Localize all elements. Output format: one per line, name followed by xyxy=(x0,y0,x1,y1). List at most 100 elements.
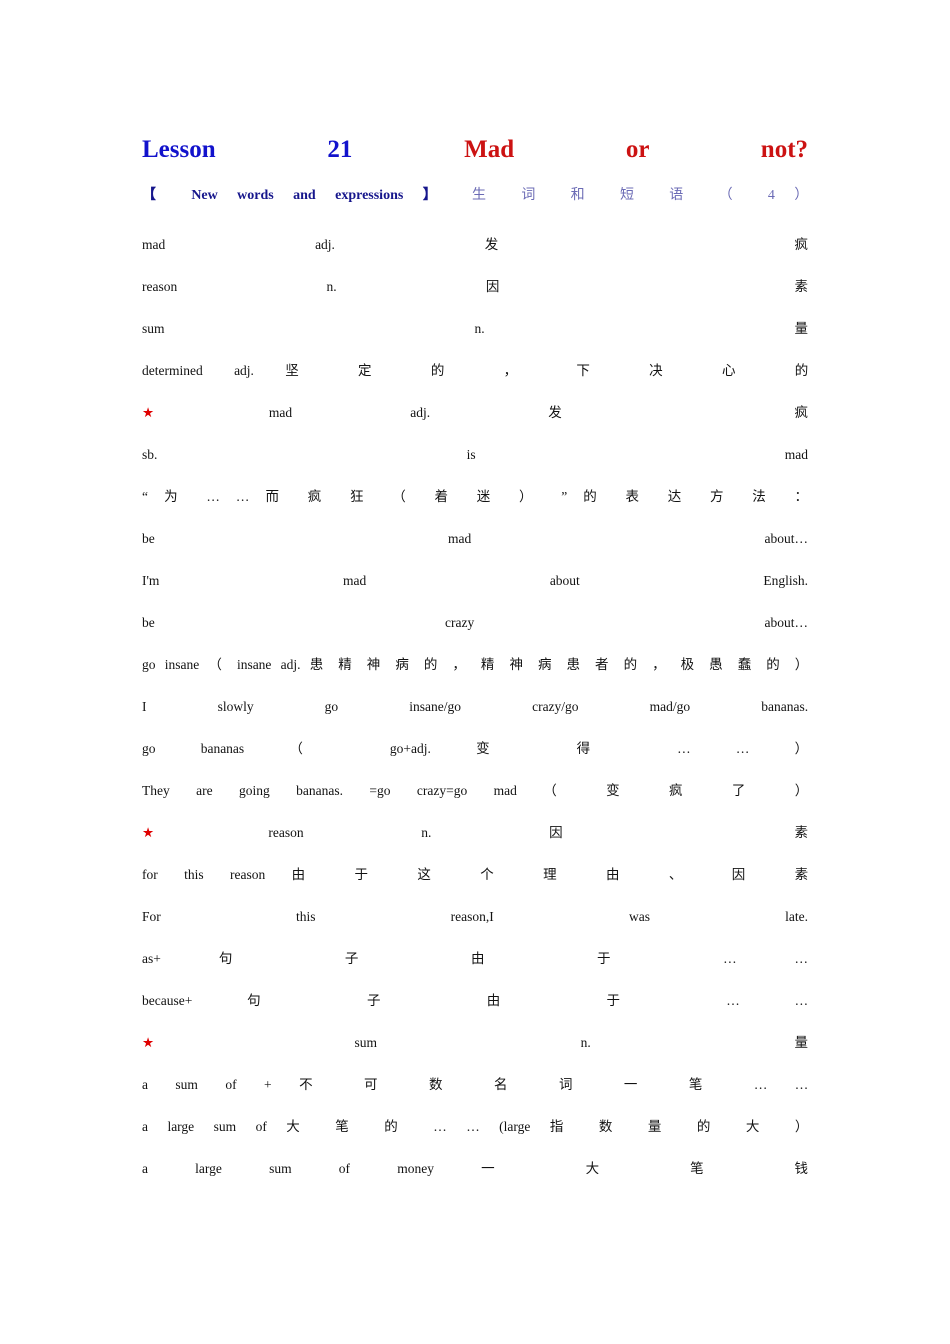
vocabulary-line-a-sum-of: a sum of + 不 可 数 名 词 一 笔 … … xyxy=(142,1064,808,1106)
line-token: （ xyxy=(289,741,345,756)
line-token: determined xyxy=(142,363,203,378)
line-token: of xyxy=(255,1119,267,1134)
line-token: … xyxy=(753,1077,768,1092)
line-token: 由 xyxy=(486,993,552,1008)
line-token: 神 xyxy=(366,657,387,672)
line-token: a xyxy=(142,1161,148,1176)
heading-word-words: words xyxy=(237,188,274,203)
line-token: sb. xyxy=(142,447,158,462)
line-token: adj. xyxy=(234,363,254,378)
line-token: 笔 xyxy=(688,1077,727,1092)
line-token: 者 xyxy=(595,657,615,672)
line-token: ） xyxy=(794,741,809,756)
line-token: 心 xyxy=(721,363,764,378)
line-token: bananas. xyxy=(761,699,809,714)
line-token: 子 xyxy=(344,951,413,966)
line-token: n. xyxy=(421,825,432,840)
line-token: … xyxy=(735,741,750,756)
line-token: was xyxy=(628,909,650,924)
line-token: + xyxy=(264,1077,272,1092)
line-token: 大 xyxy=(286,1119,316,1134)
line-token: sum xyxy=(269,1161,292,1176)
title-lesson-number: 21 xyxy=(327,136,353,163)
line-token: 患 xyxy=(309,657,330,672)
star-marker-icon: ★ xyxy=(142,825,269,840)
line-token: 精 xyxy=(338,657,358,672)
line-token: reason,I xyxy=(450,909,494,924)
line-token: 名 xyxy=(493,1077,532,1092)
line-token: bananas. xyxy=(296,783,343,798)
line-token: 病 xyxy=(395,657,415,672)
line-token: … xyxy=(206,489,220,504)
line-token: 句 xyxy=(247,993,313,1008)
vocabulary-line-a-large-sum-money: a large sum of money 一 大 笔 钱 xyxy=(142,1148,808,1190)
line-token: is xyxy=(466,447,476,462)
line-token: 的 xyxy=(623,657,643,672)
line-token: 个 xyxy=(480,867,517,882)
vocabulary-line-be-crazy-about: be crazy about… xyxy=(142,602,808,644)
vocabulary-line-sum-detail: ★sum n. 量 xyxy=(142,1022,808,1064)
line-token: a xyxy=(142,1077,148,1092)
heading-word-and: and xyxy=(293,188,316,203)
line-token: about xyxy=(549,573,580,588)
line-token: 患 xyxy=(566,657,586,672)
line-token: bananas xyxy=(200,741,245,756)
line-token: about… xyxy=(764,531,809,546)
vocabulary-line-crazy-about-note: “ 为 … … 而 疯 狂 （ 着 迷 ） ” 的 表 达 方 法 ： xyxy=(142,476,808,518)
document-content: Lesson 21 Mad or not? 【 New words and ex… xyxy=(142,128,808,1190)
line-token: 子 xyxy=(366,993,432,1008)
line-token: 因 xyxy=(549,825,677,840)
line-token: 、 xyxy=(668,867,706,882)
line-token: ） xyxy=(518,489,546,504)
line-token: insane xyxy=(164,657,200,672)
line-token: 变 xyxy=(606,783,643,798)
title-subject-mad: Mad xyxy=(464,136,515,163)
line-token: They xyxy=(142,783,170,798)
line-token: 疯 xyxy=(307,489,334,504)
line-token: reason xyxy=(230,867,266,882)
vocabulary-line-mad-detail: ★mad adj. 发 疯 xyxy=(142,392,808,434)
heading-cn-char-5: 语 xyxy=(669,188,700,203)
line-token: n. xyxy=(580,1035,591,1050)
line-token: 坚 xyxy=(285,363,327,378)
line-token: late. xyxy=(785,909,809,924)
vocabulary-line-go-bananas: go bananas （ go+adj. 变 得 … … ） xyxy=(142,728,808,770)
line-token: “ xyxy=(142,489,148,504)
line-token: 的 xyxy=(583,489,610,504)
heading-bracket-close: 】 xyxy=(422,188,453,203)
line-token: 发 xyxy=(484,237,645,252)
line-token: … xyxy=(723,951,737,966)
line-token: 蠢 xyxy=(737,657,758,672)
line-token: ， xyxy=(652,657,672,672)
line-token: 病 xyxy=(537,657,558,672)
line-token: 为 xyxy=(164,489,191,504)
line-token: mad xyxy=(448,531,472,546)
vocabulary-line-sum-entry: sum n. 量 xyxy=(142,308,808,350)
vocabulary-line-im-mad-about: I'm mad about English. xyxy=(142,560,808,602)
vocabulary-line-they-going-bananas: They are going bananas. =go crazy=go mad… xyxy=(142,770,808,812)
line-token: 着 xyxy=(434,489,461,504)
vocabulary-line-for-this-reason-ex: For this reason,I was late. xyxy=(142,896,808,938)
line-token: 可 xyxy=(364,1077,402,1092)
line-token: 不 xyxy=(299,1077,337,1092)
line-token: ） xyxy=(794,657,809,672)
line-token: 表 xyxy=(625,489,652,504)
line-token: sum xyxy=(175,1077,198,1092)
line-token: 由 xyxy=(606,867,643,882)
line-token: sum xyxy=(142,321,165,336)
line-token: 量 xyxy=(794,1035,809,1050)
line-token: 理 xyxy=(543,867,580,882)
line-token: insane/go xyxy=(409,699,461,714)
line-token: for xyxy=(142,867,158,882)
line-token: … xyxy=(466,1119,480,1134)
line-token: go xyxy=(324,699,339,714)
line-token: be xyxy=(142,531,155,546)
line-token: 下 xyxy=(576,363,618,378)
line-token: insane xyxy=(236,657,272,672)
vocabulary-line-as-clause: as+ 句 子 由 于 … … xyxy=(142,938,808,980)
line-token: … xyxy=(726,993,740,1008)
line-token: about… xyxy=(764,615,809,630)
line-token: 句 xyxy=(218,951,287,966)
line-token: 由 xyxy=(470,951,540,966)
line-token: 变 xyxy=(476,741,532,756)
